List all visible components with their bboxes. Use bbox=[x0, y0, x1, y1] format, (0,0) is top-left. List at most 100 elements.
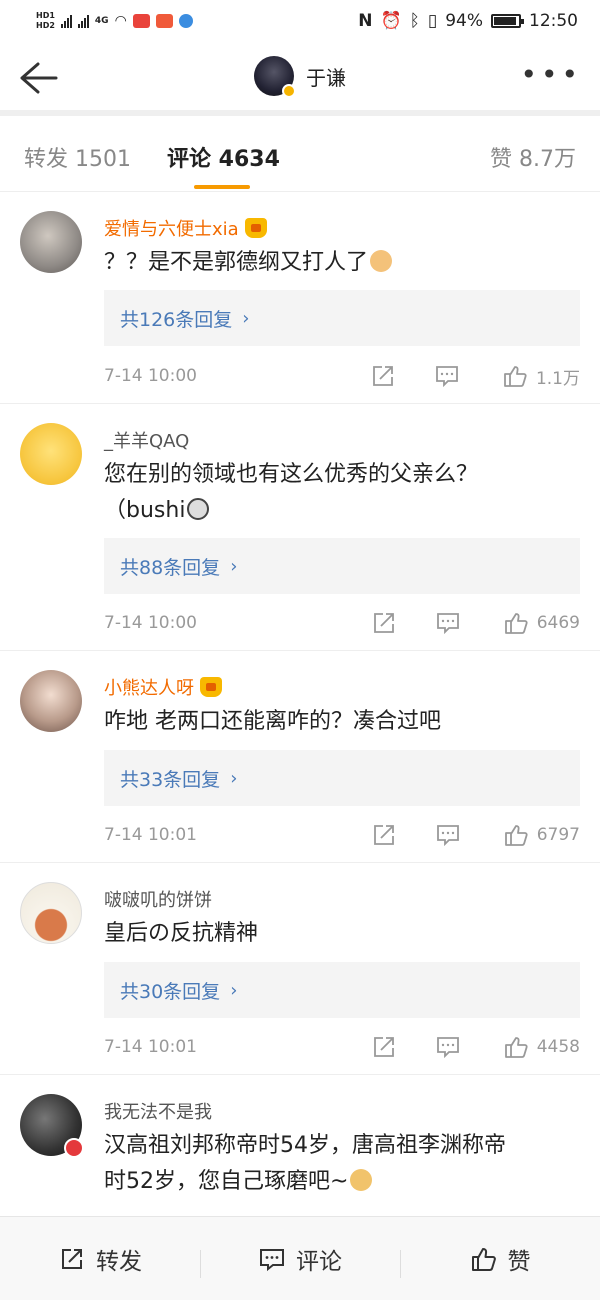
bottom-comment-label: 评论 bbox=[296, 1248, 342, 1275]
username-text: 爱情与六便士xia bbox=[104, 219, 239, 240]
comment-username[interactable]: 我无法不是我 bbox=[104, 1098, 212, 1124]
cat-emoji-icon bbox=[370, 250, 393, 272]
chevron-right-icon: › bbox=[230, 555, 238, 577]
dog-emoji-icon bbox=[350, 1169, 373, 1191]
hd-indicator: HD1 HD2 bbox=[36, 11, 55, 30]
reply-button[interactable] bbox=[435, 822, 461, 848]
share-icon bbox=[373, 825, 394, 845]
view-replies-button[interactable]: 共30条回复 › bbox=[104, 962, 580, 1018]
thumbs-up-icon bbox=[504, 1037, 528, 1058]
vip-crown-icon bbox=[244, 218, 267, 238]
chevron-right-icon: › bbox=[242, 307, 250, 329]
bottom-comment-button[interactable]: 评论 bbox=[200, 1242, 400, 1278]
comment-text-line: ？？是不是郭德纲又打人了 bbox=[104, 250, 369, 275]
more-icon[interactable]: ••• bbox=[520, 61, 582, 89]
like-button[interactable]: 6469 bbox=[503, 610, 580, 636]
nfc-icon: N bbox=[358, 11, 373, 31]
app-notification-icon bbox=[132, 14, 150, 28]
comment-text: ？？是不是郭德纲又打人了 bbox=[104, 245, 580, 281]
comment-username[interactable]: 爱情与六便士xia bbox=[104, 215, 267, 241]
bottom-repost-label: 转发 bbox=[96, 1248, 142, 1275]
comment-text-line-2: （bushi bbox=[104, 493, 580, 529]
comment-time: 7-14 10:00 bbox=[104, 613, 197, 633]
browser-notification-icon bbox=[178, 14, 193, 28]
share-button[interactable] bbox=[371, 822, 397, 848]
chevron-right-icon: › bbox=[230, 979, 238, 1001]
share-icon bbox=[373, 613, 394, 633]
tab-comments[interactable]: 评论 4634 bbox=[167, 141, 280, 189]
reply-button[interactable] bbox=[434, 363, 460, 389]
comment-icon bbox=[436, 366, 458, 388]
share-button[interactable] bbox=[370, 363, 396, 389]
comment-time: 7-14 10:00 bbox=[104, 366, 197, 386]
like-button[interactable]: 1.1万 bbox=[502, 363, 580, 389]
avatar[interactable] bbox=[20, 882, 82, 944]
top-nav: 于谦 ••• bbox=[0, 42, 600, 116]
comment-meta: 7-14 10:00 6469 bbox=[104, 608, 580, 638]
share-icon bbox=[373, 366, 393, 386]
replies-label: 共30条回复 bbox=[120, 980, 221, 1003]
back-arrow-icon[interactable] bbox=[16, 58, 60, 98]
verified-badge-icon bbox=[282, 84, 296, 98]
share-button[interactable] bbox=[371, 610, 397, 636]
view-replies-button[interactable]: 共33条回复 › bbox=[104, 750, 580, 806]
nav-user[interactable]: 于谦 bbox=[254, 56, 346, 98]
like-count: 4458 bbox=[536, 1037, 580, 1057]
comment-username[interactable]: 小熊达人呀 bbox=[104, 674, 222, 700]
avatar[interactable] bbox=[20, 670, 82, 732]
network-type: 4G bbox=[94, 16, 109, 26]
panda-emoji-icon bbox=[187, 498, 210, 520]
tab-likes[interactable]: 赞 8.7万 bbox=[490, 141, 576, 173]
thumbs-up-icon bbox=[471, 1247, 496, 1271]
share-button[interactable] bbox=[371, 1034, 397, 1060]
bottom-like-button[interactable]: 赞 bbox=[400, 1242, 600, 1278]
comment-icon bbox=[436, 613, 459, 635]
thumbs-up-icon bbox=[504, 613, 528, 634]
comment-text: 汉高祖刘邦称帝时54岁，唐高祖李渊称帝 时52岁，您自己琢磨吧~ bbox=[104, 1128, 580, 1200]
username-text: _羊羊QAQ bbox=[104, 431, 190, 452]
avatar[interactable] bbox=[20, 423, 82, 485]
comment-text-line-2-text: 时52岁，您自己琢磨吧~ bbox=[104, 1169, 349, 1194]
view-replies-button[interactable]: 共126条回复 › bbox=[104, 290, 580, 346]
like-button[interactable]: 6797 bbox=[503, 822, 580, 848]
chevron-right-icon: › bbox=[230, 767, 238, 789]
app-notification-icon-2 bbox=[155, 14, 173, 28]
comment-meta: 7-14 10:00 1.1万 bbox=[104, 361, 580, 391]
bottom-repost-button[interactable]: 转发 bbox=[0, 1242, 200, 1276]
comment-text: 皇后の反抗精神 bbox=[104, 921, 259, 946]
username-text: 啵啵叽的饼饼 bbox=[104, 890, 212, 911]
nav-username: 于谦 bbox=[306, 65, 346, 90]
tab-bar: 转发 1501 评论 4634 赞 8.7万 bbox=[0, 122, 600, 192]
comment-item: 啵啵叽的饼饼 皇后の反抗精神 共30条回复 › 7-14 10:01 4458 bbox=[0, 864, 600, 1075]
like-count: 6797 bbox=[536, 825, 580, 845]
comment-text-line: 您在别的领域也有这么优秀的父亲么？ bbox=[104, 462, 479, 487]
like-count: 1.1万 bbox=[535, 368, 580, 389]
repost-icon bbox=[62, 1248, 82, 1269]
like-count: 6469 bbox=[536, 613, 580, 633]
like-button[interactable]: 4458 bbox=[503, 1034, 580, 1060]
comment-username[interactable]: _羊羊QAQ bbox=[104, 427, 189, 453]
battery-percent: 94% bbox=[445, 11, 483, 31]
comment-text-line: 汉高祖刘邦称帝时54岁，唐高祖李渊称帝 bbox=[104, 1133, 506, 1158]
comment-username[interactable]: 啵啵叽的饼饼 bbox=[104, 886, 212, 912]
comment-item: 爱情与六便士xia ？？是不是郭德纲又打人了 共126条回复 › 7-14 10:… bbox=[0, 193, 600, 404]
comment-icon bbox=[260, 1248, 284, 1271]
avatar[interactable] bbox=[20, 1094, 84, 1158]
view-replies-button[interactable]: 共88条回复 › bbox=[104, 538, 580, 594]
comment-text-line-2-text: （bushi bbox=[104, 498, 186, 523]
comment-item: 小熊达人呀 咋地 老两口还能离咋的？凑合过吧 共33条回复 › 7-14 10:0… bbox=[0, 652, 600, 863]
thumbs-up-icon bbox=[504, 366, 527, 387]
username-text: 小熊达人呀 bbox=[104, 678, 194, 699]
signal-icon-2 bbox=[77, 14, 89, 28]
reply-button[interactable] bbox=[435, 1034, 461, 1060]
replies-label: 共33条回复 bbox=[120, 768, 221, 791]
tab-repost[interactable]: 转发 1501 bbox=[24, 141, 131, 173]
comment-time: 7-14 10:01 bbox=[104, 1037, 197, 1057]
bottom-action-bar: 转发 评论 赞 bbox=[0, 1216, 600, 1300]
comment-icon bbox=[436, 825, 459, 847]
comment-icon bbox=[436, 1037, 459, 1059]
status-left: HD1 HD2 4G ◠ bbox=[36, 11, 193, 31]
reply-button[interactable] bbox=[435, 610, 461, 636]
replies-label: 共88条回复 bbox=[120, 556, 221, 579]
avatar[interactable] bbox=[20, 211, 82, 273]
